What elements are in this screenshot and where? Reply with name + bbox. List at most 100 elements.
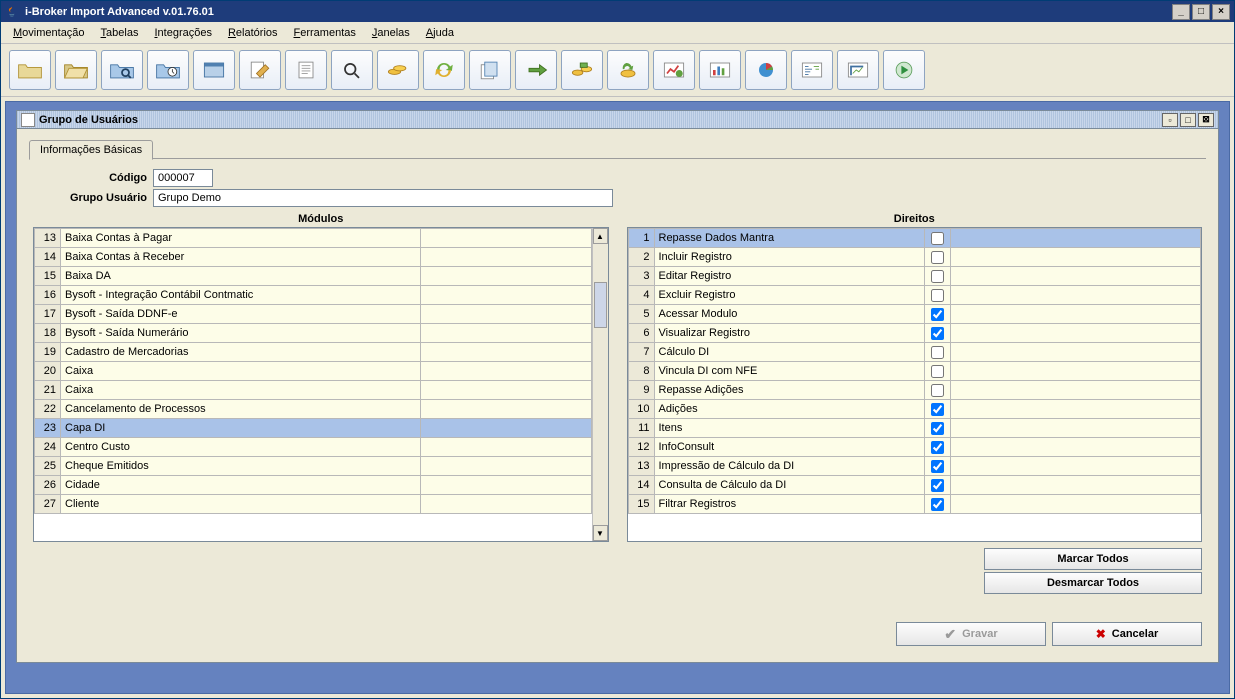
codigo-label: Código (33, 172, 153, 184)
table-row[interactable]: 10Adições (628, 400, 1201, 419)
menu-movimentacao[interactable]: Movimentação (7, 25, 91, 41)
table-row[interactable]: 14Consulta de Cálculo da DI (628, 476, 1201, 495)
inner-maximize-button[interactable]: □ (1180, 113, 1196, 127)
permission-checkbox[interactable] (931, 327, 944, 340)
maximize-button[interactable]: □ (1192, 4, 1210, 20)
marcar-todos-button[interactable]: Marcar Todos (984, 548, 1202, 570)
tb-coins-icon[interactable] (377, 50, 419, 90)
table-row[interactable]: 14Baixa Contas à Receber (35, 248, 592, 267)
table-row[interactable]: 7Cálculo DI (628, 343, 1201, 362)
menu-janelas[interactable]: Janelas (366, 25, 416, 41)
window-controls: _ □ × (1172, 4, 1230, 20)
tb-edit-icon[interactable] (239, 50, 281, 90)
tb-play-icon[interactable] (883, 50, 925, 90)
menu-relatorios[interactable]: Relatórios (222, 25, 284, 41)
direitos-table-wrap: 1Repasse Dados Mantra2Incluir Registro3E… (627, 227, 1203, 542)
scroll-down-icon[interactable]: ▼ (593, 525, 608, 541)
tb-window-icon[interactable] (193, 50, 235, 90)
minimize-button[interactable]: _ (1172, 4, 1190, 20)
inner-window: Grupo de Usuários ▫ □ ⊠ Informações Bási… (16, 110, 1219, 663)
tb-corner-icon[interactable] (837, 50, 879, 90)
modulos-scrollbar[interactable]: ▲ ▼ (592, 228, 608, 541)
menu-ferramentas[interactable]: Ferramentas (288, 25, 362, 41)
inner-close-button[interactable]: ⊠ (1198, 113, 1214, 127)
permission-checkbox[interactable] (931, 289, 944, 302)
direitos-title: Direitos (627, 211, 1203, 227)
tb-sync-icon[interactable] (423, 50, 465, 90)
table-row[interactable]: 20Caixa (35, 362, 592, 381)
table-row[interactable]: 22Cancelamento de Processos (35, 400, 592, 419)
table-row[interactable]: 13Baixa Contas à Pagar (35, 229, 592, 248)
table-row[interactable]: 25Cheque Emitidos (35, 457, 592, 476)
permission-checkbox[interactable] (931, 270, 944, 283)
scroll-thumb[interactable] (594, 282, 607, 328)
table-row[interactable]: 9Repasse Adições (628, 381, 1201, 400)
table-row[interactable]: 5Acessar Modulo (628, 305, 1201, 324)
table-row[interactable]: 6Visualizar Registro (628, 324, 1201, 343)
table-row[interactable]: 12InfoConsult (628, 438, 1201, 457)
table-row[interactable]: 13Impressão de Cálculo da DI (628, 457, 1201, 476)
permission-checkbox[interactable] (931, 232, 944, 245)
tb-pie-icon[interactable] (745, 50, 787, 90)
direitos-table[interactable]: 1Repasse Dados Mantra2Incluir Registro3E… (628, 228, 1202, 541)
tab-informacoes-basicas[interactable]: Informações Básicas (29, 140, 153, 160)
table-row[interactable]: 11Itens (628, 419, 1201, 438)
table-row[interactable]: 8Vincula DI com NFE (628, 362, 1201, 381)
table-row[interactable]: 4Excluir Registro (628, 286, 1201, 305)
permission-checkbox[interactable] (931, 384, 944, 397)
inner-minimize-button[interactable]: ▫ (1162, 113, 1178, 127)
codigo-field[interactable] (153, 169, 213, 187)
table-row[interactable]: 21Caixa (35, 381, 592, 400)
grupo-usuario-field[interactable] (153, 189, 613, 207)
desmarcar-todos-button[interactable]: Desmarcar Todos (984, 572, 1202, 594)
table-row[interactable]: 23Capa DI (35, 419, 592, 438)
permission-checkbox[interactable] (931, 403, 944, 416)
table-row[interactable]: 26Cidade (35, 476, 592, 495)
cancelar-button[interactable]: ✖Cancelar (1052, 622, 1202, 646)
permission-checkbox[interactable] (931, 422, 944, 435)
table-row[interactable]: 1Repasse Dados Mantra (628, 229, 1201, 248)
menu-integracoes[interactable]: Integrações (148, 25, 218, 41)
table-row[interactable]: 2Incluir Registro (628, 248, 1201, 267)
tb-search-icon[interactable] (331, 50, 373, 90)
table-row[interactable]: 18Bysoft - Saída Numerário (35, 324, 592, 343)
modulos-table[interactable]: 13Baixa Contas à Pagar14Baixa Contas à R… (34, 228, 592, 541)
gravar-button[interactable]: ✔Gravar (896, 622, 1046, 646)
tb-folder2-icon[interactable] (55, 50, 97, 90)
permission-checkbox[interactable] (931, 346, 944, 359)
menu-tabelas[interactable]: Tabelas (95, 25, 145, 41)
table-row[interactable]: 19Cadastro de Mercadorias (35, 343, 592, 362)
table-row[interactable]: 16Bysoft - Integração Contábil Contmatic (35, 286, 592, 305)
tb-browse-icon[interactable] (101, 50, 143, 90)
tb-chart-icon[interactable] (653, 50, 695, 90)
tb-sheets-icon[interactable] (469, 50, 511, 90)
table-row[interactable]: 27Cliente (35, 495, 592, 514)
tb-refresh-money-icon[interactable] (607, 50, 649, 90)
permission-checkbox[interactable] (931, 251, 944, 264)
java-icon (5, 4, 21, 20)
tb-money-icon[interactable] (561, 50, 603, 90)
tb-folder-icon[interactable] (9, 50, 51, 90)
table-row[interactable]: 15Filtrar Registros (628, 495, 1201, 514)
direitos-buttons: Marcar Todos Desmarcar Todos (627, 548, 1203, 594)
tb-bars-icon[interactable] (699, 50, 741, 90)
table-row[interactable]: 15Baixa DA (35, 267, 592, 286)
inner-window-title: Grupo de Usuários (39, 114, 138, 126)
tb-doc-icon[interactable] (285, 50, 327, 90)
x-icon: ✖ (1096, 627, 1106, 641)
close-button[interactable]: × (1212, 4, 1230, 20)
menu-ajuda[interactable]: Ajuda (420, 25, 460, 41)
permission-checkbox[interactable] (931, 460, 944, 473)
scroll-up-icon[interactable]: ▲ (593, 228, 608, 244)
table-row[interactable]: 3Editar Registro (628, 267, 1201, 286)
permission-checkbox[interactable] (931, 365, 944, 378)
tb-arrow-icon[interactable] (515, 50, 557, 90)
permission-checkbox[interactable] (931, 498, 944, 511)
table-row[interactable]: 17Bysoft - Saída DDNF-e (35, 305, 592, 324)
permission-checkbox[interactable] (931, 441, 944, 454)
tb-clock-icon[interactable] (147, 50, 189, 90)
permission-checkbox[interactable] (931, 479, 944, 492)
tb-code-icon[interactable] (791, 50, 833, 90)
permission-checkbox[interactable] (931, 308, 944, 321)
table-row[interactable]: 24Centro Custo (35, 438, 592, 457)
